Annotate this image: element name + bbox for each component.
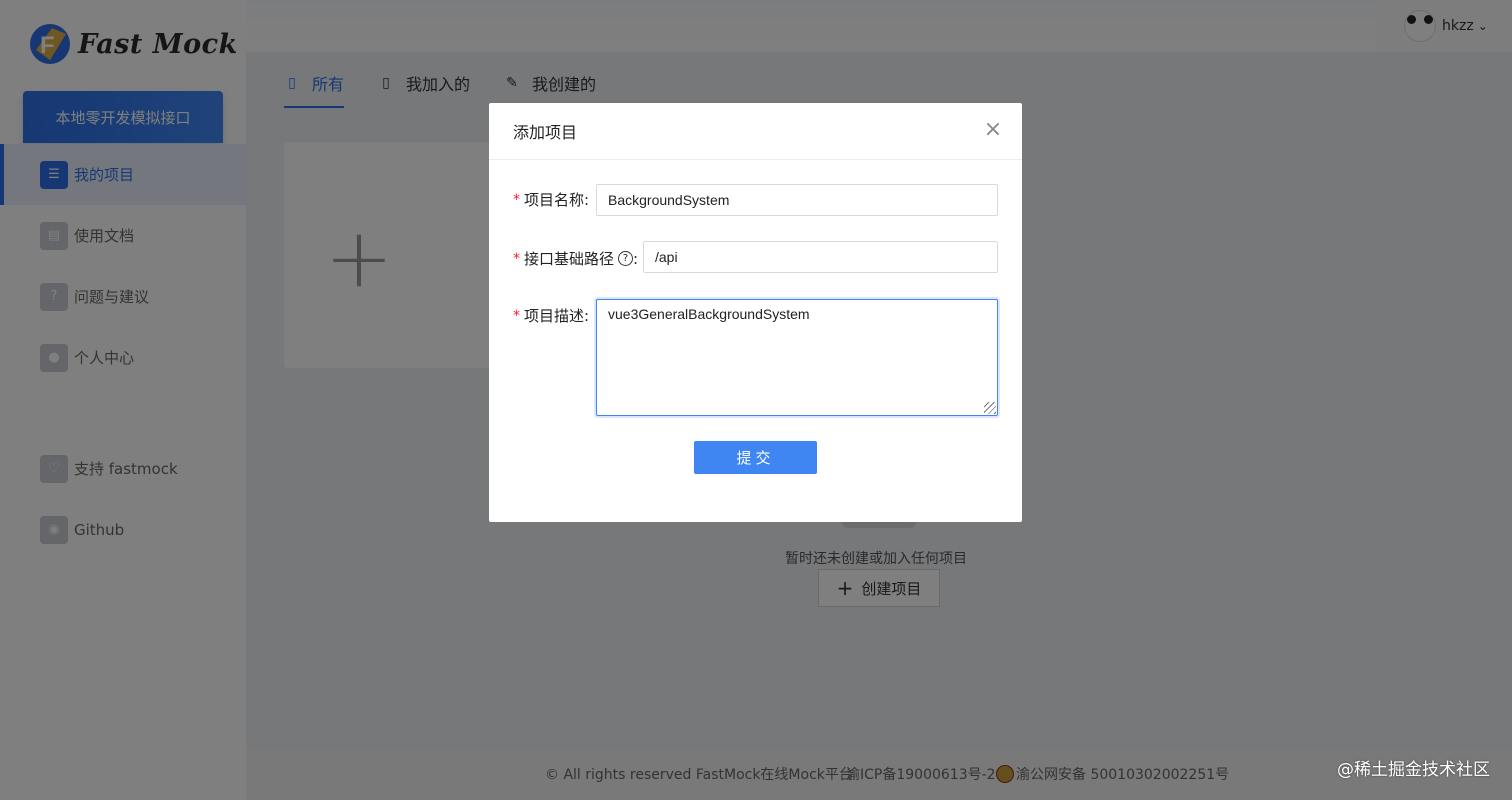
dialog-header: 添加项目 × xyxy=(489,103,1022,160)
project-name-label: 项目名称: xyxy=(524,191,590,209)
submit-button[interactable]: 提交 xyxy=(694,441,817,474)
dialog-title: 添加项目 xyxy=(513,123,578,142)
base-path-label: 接口基础路径 xyxy=(524,250,615,268)
description-label: 项目描述: xyxy=(524,307,590,325)
watermark: @稀土掘金技术社区 xyxy=(1337,760,1490,780)
help-circle-icon[interactable]: ? xyxy=(618,251,634,266)
project-name-label-row: * 项目名称: xyxy=(513,189,589,210)
description-label-row: * 项目描述: xyxy=(513,305,589,326)
base-path-label-row: * 接口基础路径 ? : xyxy=(513,248,638,269)
project-name-input[interactable] xyxy=(596,184,998,216)
description-textarea[interactable]: vue3GeneralBackgroundSystem xyxy=(596,299,998,416)
base-path-input[interactable] xyxy=(643,241,998,273)
close-icon[interactable]: × xyxy=(982,119,1004,141)
base-path-colon: : xyxy=(633,249,639,268)
resize-handle-icon[interactable] xyxy=(984,402,996,414)
app-root: F Fast Mock 本地零开发模拟接口 ☰ 我的项目 ▤ 使用文档 ? 问题… xyxy=(0,0,1512,800)
required-mark: * xyxy=(513,307,520,324)
required-mark: * xyxy=(513,191,520,208)
add-project-dialog: 添加项目 × * 项目名称: * 接口基础路径 ? : * 项目描述: vue3… xyxy=(489,103,1022,522)
required-mark: * xyxy=(513,250,520,267)
